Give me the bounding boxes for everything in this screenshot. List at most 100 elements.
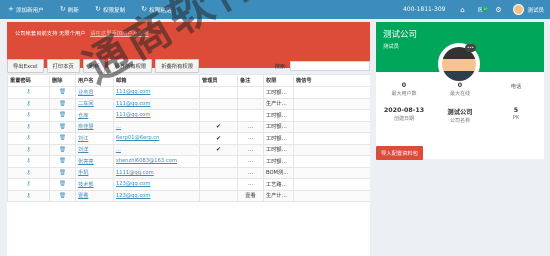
import-config-button[interactable]: 导入配置资料包: [376, 146, 424, 160]
export-excel-button[interactable]: 导出Excel: [7, 59, 44, 73]
user-email-link[interactable]: 111@qq.com: [113, 97, 200, 110]
user-permission[interactable]: 工艺路线...: [263, 178, 294, 191]
user-wechat: [293, 178, 370, 191]
user-permission[interactable]: 生产计划...: [263, 97, 294, 110]
admin-check[interactable]: [199, 178, 238, 191]
user-note[interactable]: [237, 86, 264, 99]
user-note[interactable]: 壹看: [237, 189, 264, 202]
user-name-link[interactable]: 刘洋: [75, 143, 114, 156]
user-email-link[interactable]: 123@qq.com: [113, 189, 200, 202]
delete-trash-icon[interactable]: 🗑: [49, 155, 76, 168]
user-note[interactable]: [237, 109, 264, 122]
col-username[interactable]: 用户名: [75, 74, 114, 87]
delete-trash-icon[interactable]: 🗑: [49, 86, 76, 99]
reset-password-key-icon[interactable]: ⚷: [7, 178, 50, 191]
user-permission[interactable]: 工时额定...: [263, 109, 294, 122]
user-note[interactable]: ...: [237, 132, 264, 145]
delete-trash-icon[interactable]: 🗑: [49, 143, 76, 156]
admin-check[interactable]: [199, 97, 238, 110]
paste-permission-button[interactable]: ↻ 权限粘贴: [133, 0, 179, 19]
user-email-link[interactable]: ...: [113, 120, 200, 133]
admin-check[interactable]: ✔: [199, 132, 238, 145]
delete-trash-icon[interactable]: 🗑: [49, 178, 76, 191]
reset-password-key-icon[interactable]: ⚷: [7, 189, 50, 202]
col-permission[interactable]: 权限: [263, 74, 294, 87]
table-row: ⚷ 🗑 手机 1111@qq.com... BOM测...: [7, 166, 370, 179]
home-icon[interactable]: ⌂: [453, 6, 471, 14]
user-wechat: [293, 97, 370, 110]
table-refresh-button[interactable]: 刷新: [82, 59, 106, 73]
expand-permissions-button[interactable]: 展开所有权限: [108, 59, 153, 73]
col-note[interactable]: 备注: [237, 74, 264, 87]
search-label: 搜索:: [274, 64, 287, 70]
settings-icon[interactable]: ⚙: [489, 6, 507, 14]
user-email-link[interactable]: shenzhi6083@163.com: [113, 155, 200, 168]
admin-check[interactable]: ✔: [199, 143, 238, 156]
admin-check[interactable]: [199, 155, 238, 168]
user-email-link[interactable]: 1111@qq.com: [113, 166, 200, 179]
user-permission[interactable]: 生产计划...: [263, 189, 294, 202]
collapse-permissions-button[interactable]: 折叠所有权限: [155, 59, 200, 73]
user-email-link[interactable]: 123@qq.com: [113, 178, 200, 191]
user-name-link[interactable]: 张亮亮: [75, 155, 114, 168]
reset-password-key-icon[interactable]: ⚷: [7, 143, 50, 156]
delete-trash-icon[interactable]: 🗑: [49, 97, 76, 110]
col-delete[interactable]: 删除: [49, 74, 76, 87]
reset-password-key-icon[interactable]: ⚷: [7, 86, 50, 99]
user-name-link[interactable]: 技术部: [75, 178, 114, 191]
copy-permission-button[interactable]: ↻ 权限复制: [87, 0, 133, 19]
admin-check[interactable]: ✔: [199, 120, 238, 133]
user-name-link[interactable]: 业务员: [75, 86, 114, 99]
col-reset-password[interactable]: 重置密码: [7, 74, 50, 87]
col-wechat[interactable]: 微信号: [293, 74, 370, 87]
user-note[interactable]: ...: [237, 120, 264, 133]
reset-password-key-icon[interactable]: ⚷: [7, 109, 50, 122]
admin-check[interactable]: [199, 189, 238, 202]
user-name-link[interactable]: 刘江: [75, 132, 114, 145]
admin-check[interactable]: [199, 166, 238, 179]
admin-check[interactable]: [199, 109, 238, 122]
col-email[interactable]: 邮箱: [113, 74, 200, 87]
reset-password-key-icon[interactable]: ⚷: [7, 132, 50, 145]
reset-password-key-icon[interactable]: ⚷: [7, 97, 50, 110]
user-note[interactable]: ...: [237, 178, 264, 191]
user-permission[interactable]: 工时额定...: [263, 132, 294, 145]
search-input[interactable]: [290, 61, 370, 71]
user-name-link[interactable]: 壹看: [75, 189, 114, 202]
user-permission[interactable]: 工时额定...: [263, 143, 294, 156]
delete-trash-icon[interactable]: 🗑: [49, 189, 76, 202]
user-permission[interactable]: 工时额定...: [263, 86, 294, 99]
reset-password-key-icon[interactable]: ⚷: [7, 155, 50, 168]
user-email-link[interactable]: 6erp01@6erp.cn: [113, 132, 200, 145]
user-permission[interactable]: BOM测...: [263, 166, 294, 179]
user-email-link[interactable]: 111@qq.com: [113, 109, 200, 122]
user-email-link[interactable]: ...: [113, 143, 200, 156]
user-note[interactable]: [237, 97, 264, 110]
user-email-link[interactable]: 111@qq.com: [113, 86, 200, 99]
delete-trash-icon[interactable]: 🗑: [49, 132, 76, 145]
add-user-button[interactable]: + 添加新用户: [0, 0, 52, 19]
refresh-icon: ↻: [141, 5, 148, 13]
refresh-button[interactable]: ↻ 刷新: [52, 0, 87, 19]
delete-trash-icon[interactable]: 🗑: [49, 120, 76, 133]
user-name-link[interactable]: 手机: [75, 166, 114, 179]
col-admin[interactable]: 管理员: [199, 74, 238, 87]
user-name-link[interactable]: 俞佳慧: [75, 120, 114, 133]
delete-trash-icon[interactable]: 🗑: [49, 166, 76, 179]
user-note[interactable]: ...: [237, 155, 264, 168]
user-name-link[interactable]: 仓库: [75, 109, 114, 122]
print-page-button[interactable]: 打印本页: [46, 59, 80, 73]
notification-icon[interactable]: ✉ 10: [471, 6, 489, 14]
user-note[interactable]: ...: [237, 166, 264, 179]
user-name-link[interactable]: 二车间: [75, 97, 114, 110]
reset-password-key-icon[interactable]: ⚷: [7, 166, 50, 179]
user-menu[interactable]: 测试员: [507, 4, 550, 15]
reset-password-key-icon[interactable]: ⚷: [7, 120, 50, 133]
add-user-link[interactable]: 请在这里添加用户及权限: [90, 31, 148, 37]
table-row: ⚷ 🗑 刘江 6erp01@6erp.cn ✔... 工时额定...: [7, 132, 370, 145]
user-permission[interactable]: 工时额定...: [263, 120, 294, 133]
user-note[interactable]: ...: [237, 143, 264, 156]
delete-trash-icon[interactable]: 🗑: [49, 109, 76, 122]
user-permission[interactable]: 工时额定...: [263, 155, 294, 168]
admin-check[interactable]: [199, 86, 238, 99]
